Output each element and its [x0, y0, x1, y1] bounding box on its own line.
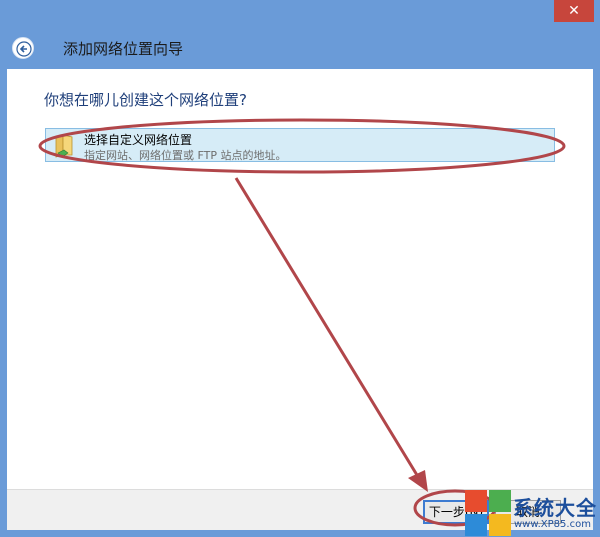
watermark-url: www.XP85.com [514, 519, 591, 530]
wizard-content: 你想在哪儿创建这个网络位置? 选择自定义网络位置 指定网站、网络位置或 FTP … [7, 69, 593, 489]
wizard-header: 添加网络位置向导 [7, 30, 593, 68]
windows-logo-icon [465, 490, 511, 536]
option-title: 选择自定义网络位置 [84, 133, 193, 147]
back-button[interactable] [12, 37, 34, 59]
close-icon: ✕ [568, 3, 580, 19]
watermark-text: 系统大全 [513, 496, 597, 520]
back-arrow-icon [16, 41, 32, 57]
option-description: 指定网站、网络位置或 FTP 站点的地址。 [84, 149, 287, 162]
wizard-window: ✕ 添加网络位置向导 你想在哪儿创建这个网络位置? 选择自定义网络位置 指定网站… [0, 0, 600, 537]
watermark: 系统大全 www.XP85.com [464, 489, 600, 537]
close-button[interactable]: ✕ [554, 0, 594, 22]
folder-icon [55, 134, 73, 158]
page-question: 你想在哪儿创建这个网络位置? [44, 91, 247, 109]
option-custom-network-location[interactable]: 选择自定义网络位置 指定网站、网络位置或 FTP 站点的地址。 [45, 128, 555, 162]
wizard-title: 添加网络位置向导 [63, 40, 184, 58]
